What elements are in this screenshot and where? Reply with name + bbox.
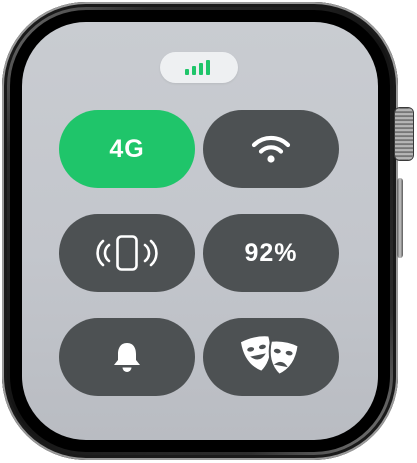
side-button[interactable] (397, 178, 403, 258)
ping-iphone-icon (93, 235, 161, 271)
cellular-label: 4G (109, 134, 145, 163)
theater-masks-icon (240, 333, 302, 381)
cellular-signal-icon (185, 60, 210, 75)
theater-mode-toggle[interactable] (203, 318, 339, 396)
bell-icon (112, 341, 142, 373)
ping-iphone-button[interactable] (59, 214, 195, 292)
wifi-icon (251, 134, 291, 164)
silent-mode-toggle[interactable] (59, 318, 195, 396)
wifi-toggle[interactable] (203, 110, 339, 188)
cellular-toggle[interactable]: 4G (59, 110, 195, 188)
control-center-screen: 4G 92% (22, 22, 378, 440)
cellular-status-pill (160, 52, 238, 83)
digital-crown[interactable] (395, 108, 413, 160)
battery-button[interactable]: 92% (203, 214, 339, 292)
battery-percentage: 92% (244, 238, 298, 267)
